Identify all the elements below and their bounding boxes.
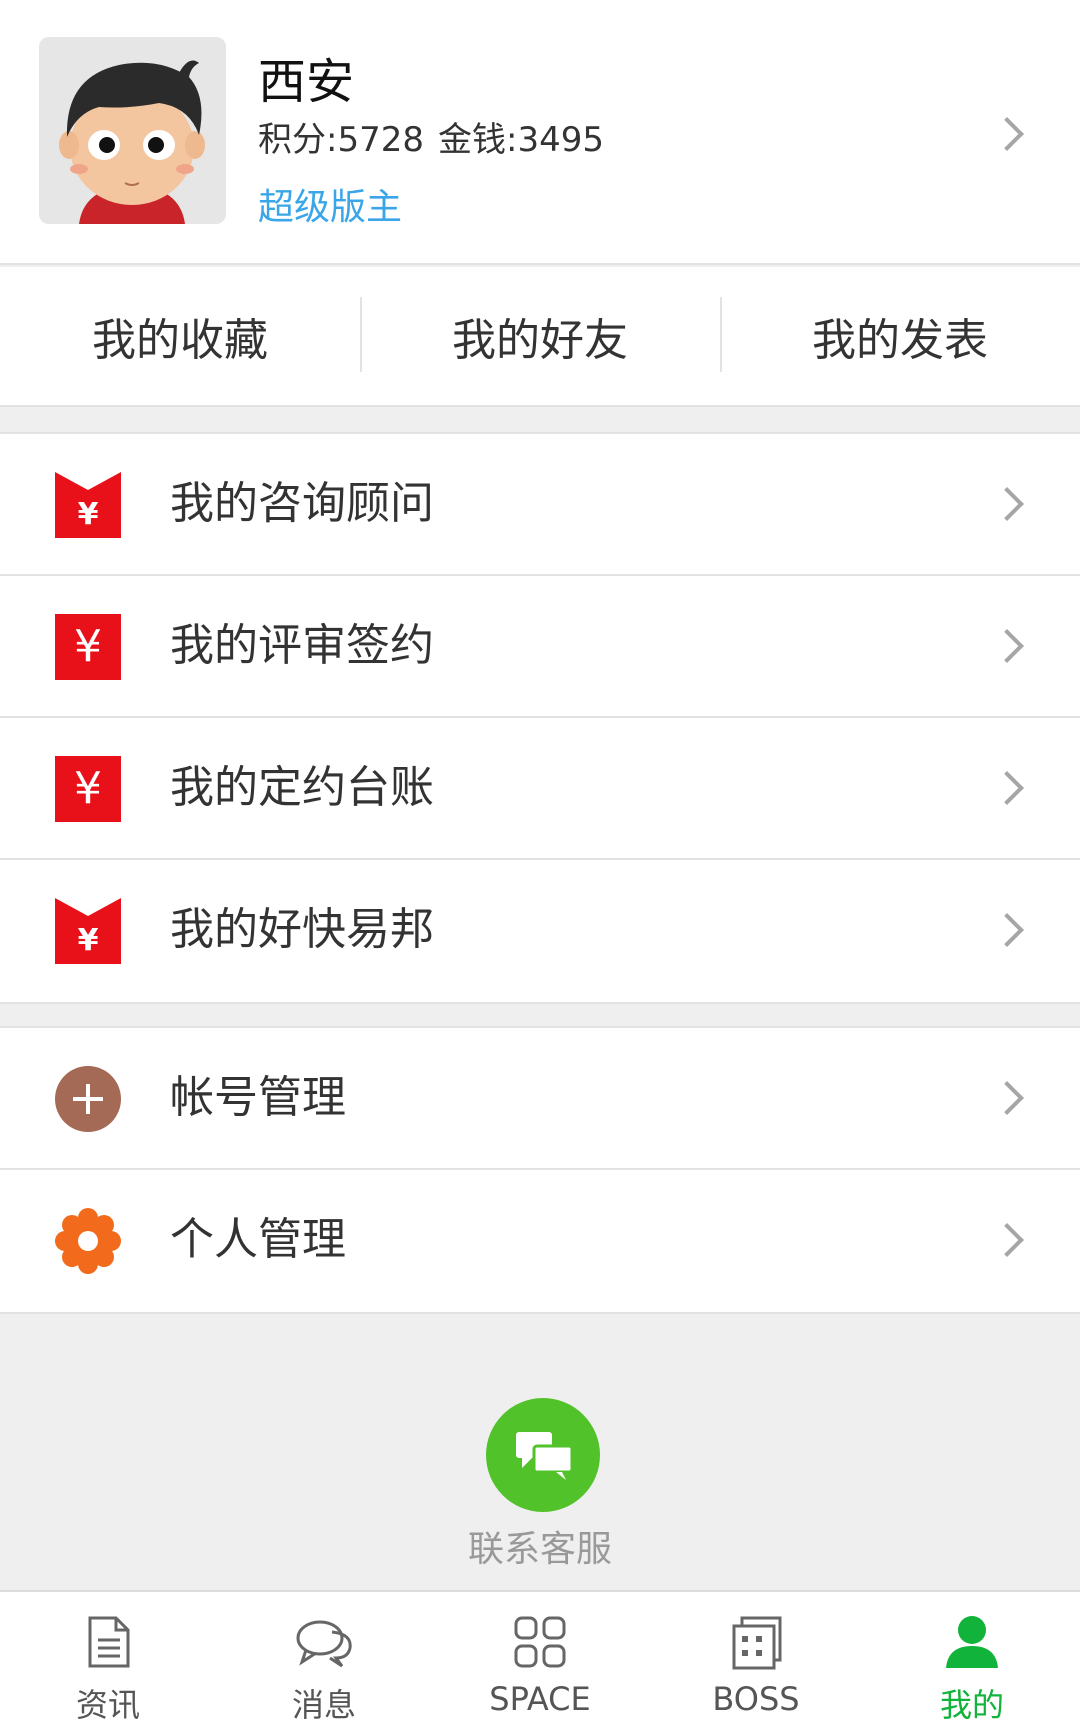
menu-item-review-sign[interactable]: ¥ 我的评审签约 [0, 576, 1080, 718]
menu-item-label: 我的定约台账 [170, 762, 434, 813]
tab-boss[interactable]: BOSS [648, 1592, 864, 1729]
chevron-right-icon [990, 913, 1024, 947]
chevron-right-icon [990, 1081, 1024, 1115]
quick-link-favorites[interactable]: 我的收藏 [0, 267, 360, 405]
building-icon [732, 1616, 782, 1670]
quick-link-posts[interactable]: 我的发表 [720, 267, 1080, 405]
menu-item-personal[interactable]: 个人管理 [0, 1170, 1080, 1312]
menu-item-label: 我的评审签约 [170, 620, 434, 671]
profile-page: 西安 积分:5728 金钱:3495 超级版主 我的收藏 我的好友 我的发表 ¥ … [0, 0, 1080, 1729]
menu-item-label: 我的好快易邦 [170, 904, 434, 955]
yen-square-icon: ¥ [55, 614, 121, 680]
points-value: 积分:5728 [258, 120, 424, 160]
menu-item-contract-ledger[interactable]: ¥ 我的定约台账 [0, 718, 1080, 860]
tab-label: 消息 [291, 1686, 356, 1724]
tab-label: 资讯 [75, 1686, 140, 1724]
chevron-right-icon [990, 1223, 1024, 1257]
avatar[interactable] [39, 37, 226, 224]
grid-icon [514, 1616, 566, 1668]
money-value: 金钱:3495 [437, 120, 604, 160]
red-envelope-icon: ¥ [55, 898, 121, 964]
yen-square-icon: ¥ [55, 756, 121, 822]
menu-item-haokuaiyibang[interactable]: ¥ 我的好快易邦 [0, 860, 1080, 1002]
tab-label: SPACE [489, 1680, 591, 1718]
chat-bubbles-icon [516, 1432, 574, 1480]
customer-service-button[interactable] [486, 1398, 600, 1512]
menu-item-label: 我的咨询顾问 [170, 478, 434, 529]
plus-circle-icon [55, 1066, 121, 1132]
menu-group-services: ¥ 我的咨询顾问 ¥ 我的评审签约 ¥ 我的定约台账 ¥ 我的好快易邦 [0, 432, 1080, 1004]
customer-service-label: 联系客服 [467, 1529, 612, 1570]
menu-group-settings: 帐号管理 个人管理 [0, 1026, 1080, 1314]
tab-label: 我的 [939, 1686, 1004, 1724]
bottom-tab-bar: 资讯 消息 SPACE BOSS 我的 [0, 1590, 1080, 1729]
quick-links: 我的收藏 我的好友 我的发表 [0, 267, 1080, 407]
menu-item-consultant[interactable]: ¥ 我的咨询顾问 [0, 434, 1080, 576]
menu-item-label: 个人管理 [170, 1214, 346, 1265]
user-icon [946, 1616, 998, 1668]
chevron-right-icon [990, 629, 1024, 663]
menu-item-label: 帐号管理 [170, 1072, 346, 1123]
profile-card[interactable]: 西安 积分:5728 金钱:3495 超级版主 [0, 0, 1080, 265]
profile-name: 西安 [258, 54, 355, 110]
tab-space[interactable]: SPACE [432, 1592, 648, 1729]
chevron-right-icon [990, 771, 1024, 805]
profile-stats: 积分:5728 金钱:3495 [258, 112, 604, 161]
document-icon [88, 1616, 130, 1668]
chat-icon [296, 1620, 352, 1668]
gear-icon [55, 1208, 121, 1274]
chevron-right-icon [990, 117, 1024, 151]
role-badge: 超级版主 [258, 187, 403, 228]
quick-link-friends[interactable]: 我的好友 [360, 267, 720, 405]
menu-item-account[interactable]: 帐号管理 [0, 1028, 1080, 1170]
tab-label: BOSS [712, 1680, 800, 1718]
tab-mine[interactable]: 我的 [864, 1592, 1080, 1729]
red-envelope-icon: ¥ [55, 472, 121, 538]
tab-messages[interactable]: 消息 [216, 1592, 432, 1729]
chevron-right-icon [990, 487, 1024, 521]
tab-news[interactable]: 资讯 [0, 1592, 216, 1729]
